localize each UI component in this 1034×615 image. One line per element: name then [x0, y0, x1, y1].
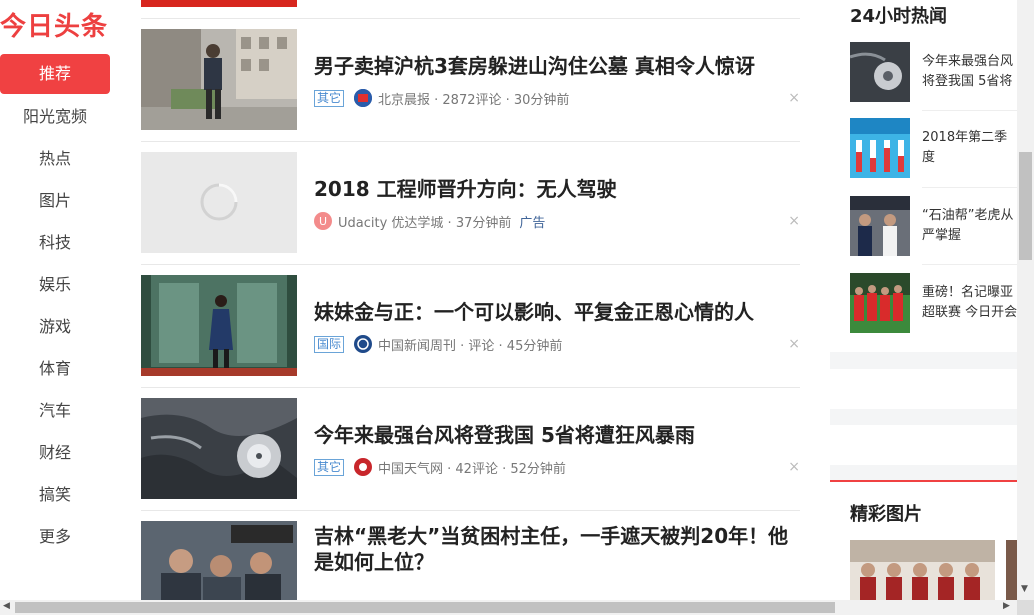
hot-news-item[interactable]: 重磅！名记曝亚超联赛 今日开会 — [850, 273, 1017, 335]
feed-title[interactable]: 今年来最强台风将登我国 5省将遭狂风暴雨 — [314, 422, 804, 448]
feed-title[interactable]: 2018 工程师晋升方向：无人驾驶 — [314, 176, 804, 202]
vertical-scrollbar[interactable]: ▼ — [1017, 0, 1034, 600]
source-and-stats[interactable]: 中国天气网 · 42评论 · 52分钟前 — [378, 458, 566, 477]
source-avatar-icon[interactable] — [354, 335, 373, 353]
horizontal-scrollbar[interactable]: ◀ ▶ — [0, 600, 1017, 615]
nav-item-hot[interactable]: 热点 — [0, 138, 110, 180]
source-and-stats[interactable]: Udacity 优达学城 · 37分钟前 — [338, 212, 511, 231]
hot-news-text[interactable]: 重磅！名记曝亚超联赛 今日开会 — [922, 283, 1018, 325]
page: 今日头条 推荐 阳光宽频 热点 图片 科技 娱乐 游戏 体育 汽车 财经 搞笑 … — [0, 0, 1034, 615]
nav-item-video[interactable]: 阳光宽频 — [0, 96, 110, 138]
feed-thumbnail-loading[interactable] — [141, 152, 297, 253]
feed-item[interactable]: 男子卖掉沪杭3套房躲进山沟住公墓 真相令人惊讶 其它 北京晨报 · 2872评论… — [141, 19, 800, 142]
ad-label: 广告 — [519, 215, 546, 231]
source-and-stats[interactable]: 北京晨报 · 2872评论 · 30分钟前 — [378, 89, 569, 108]
feed-thumbnail[interactable] — [141, 29, 297, 130]
hot-news-thumbnail[interactable] — [850, 196, 910, 256]
nav-item-finance[interactable]: 财经 — [0, 432, 110, 474]
hot-news-box: 24小时热闻 今年来最强台风将登我国 5省将遭狂风暴雨 2018年第二季度 — [830, 0, 1017, 352]
feed-item[interactable]: 今年来最强台风将登我国 5省将遭狂风暴雨 其它 中国天气网 · 42评论 · 5… — [141, 388, 800, 511]
hot-news-thumbnail[interactable] — [850, 273, 910, 333]
nav-item-funny[interactable]: 搞笑 — [0, 474, 110, 516]
feed-title[interactable]: 妹妹金与正：一个可以影响、平复金正恩心情的人 — [314, 299, 804, 325]
hot-news-title: 24小时热闻 — [850, 6, 948, 27]
category-tag[interactable]: 其它 — [314, 458, 345, 476]
feed-thumbnail[interactable] — [141, 398, 297, 499]
toutiao-logo[interactable]: 今日头条 — [0, 6, 112, 42]
hot-news-text[interactable]: “石油帮”老虎从严掌握 — [922, 206, 1018, 248]
dismiss-icon[interactable]: × — [788, 459, 800, 475]
source-and-stats[interactable]: 中国新闻周刊 · 评论 · 45分钟前 — [378, 335, 562, 354]
vertical-scroll-thumb[interactable] — [1019, 152, 1032, 260]
nav-item-cars[interactable]: 汽车 — [0, 390, 110, 432]
svg-text:U: U — [319, 215, 327, 228]
source-avatar-icon[interactable]: U — [314, 212, 332, 230]
nav-item-games[interactable]: 游戏 — [0, 306, 110, 348]
featured-pictures-box: 精彩图片 — [830, 480, 1017, 615]
feed-meta: U Udacity 优达学城 · 37分钟前 广告 — [314, 212, 546, 231]
nav-item-tech[interactable]: 科技 — [0, 222, 110, 264]
category-tag[interactable]: 国际 — [314, 335, 345, 353]
scrollbar-corner — [1017, 600, 1034, 615]
hot-news-thumbnail[interactable] — [850, 42, 910, 102]
category-tag[interactable]: 其它 — [314, 89, 345, 107]
hot-news-text[interactable]: 2018年第二季度 — [922, 128, 1018, 170]
hot-news-item[interactable]: “石油帮”老虎从严掌握 — [850, 196, 1017, 258]
divider — [922, 264, 1017, 265]
feed-thumbnail[interactable] — [141, 275, 297, 376]
scroll-right-arrow-icon[interactable]: ▶ — [1003, 601, 1010, 611]
top-ad-banner[interactable] — [141, 0, 297, 7]
feed-title[interactable]: 男子卖掉沪杭3套房躲进山沟住公墓 真相令人惊讶 — [314, 53, 804, 79]
scroll-left-arrow-icon[interactable]: ◀ — [3, 601, 10, 611]
divider — [922, 110, 1017, 111]
nav-item-images[interactable]: 图片 — [0, 180, 110, 222]
divider — [922, 187, 1017, 188]
feed-meta: 其它 中国天气网 · 42评论 · 52分钟前 — [314, 458, 566, 477]
nav-item-sports[interactable]: 体育 — [0, 348, 110, 390]
scroll-down-arrow-icon[interactable]: ▼ — [1021, 584, 1028, 594]
source-avatar-icon[interactable] — [354, 458, 373, 476]
hot-news-item[interactable]: 2018年第二季度 — [850, 118, 1017, 180]
source-avatar-icon[interactable] — [354, 89, 373, 107]
news-feed: 男子卖掉沪杭3套房躲进山沟住公墓 真相令人惊讶 其它 北京晨报 · 2872评论… — [141, 19, 800, 615]
hot-news-text[interactable]: 今年来最强台风将登我国 5省将遭狂风暴雨 — [922, 52, 1018, 94]
nav-item-recommend[interactable]: 推荐 — [0, 54, 110, 94]
sidebar-placeholder — [830, 425, 1017, 465]
feed-meta: 其它 北京晨报 · 2872评论 · 30分钟前 — [314, 89, 569, 108]
feed-item[interactable]: 妹妹金与正：一个可以影响、平复金正恩心情的人 国际 中国新闻周刊 · 评论 · … — [141, 265, 800, 388]
feed-title[interactable]: 吉林“黑老大”当贫困村主任，一手遮天被判20年！他是如何上位？ — [314, 523, 804, 575]
channel-nav: 推荐 阳光宽频 热点 图片 科技 娱乐 游戏 体育 汽车 财经 搞笑 更多 — [0, 54, 110, 558]
nav-item-more[interactable]: 更多 — [0, 516, 110, 558]
hot-news-thumbnail[interactable] — [850, 118, 910, 178]
feed-meta: 国际 中国新闻周刊 · 评论 · 45分钟前 — [314, 335, 562, 354]
dismiss-icon[interactable]: × — [788, 336, 800, 352]
dismiss-icon[interactable]: × — [788, 213, 800, 229]
feed-item-ad[interactable]: 2018 工程师晋升方向：无人驾驶 U Udacity 优达学城 · 37分钟前… — [141, 142, 800, 265]
nav-item-entertainment[interactable]: 娱乐 — [0, 264, 110, 306]
sidebar-placeholder — [830, 369, 1017, 409]
right-sidebar: 24小时热闻 今年来最强台风将登我国 5省将遭狂风暴雨 2018年第二季度 — [830, 0, 1017, 615]
dismiss-icon[interactable]: × — [788, 90, 800, 106]
featured-pictures-title: 精彩图片 — [850, 504, 922, 525]
hot-news-item[interactable]: 今年来最强台风将登我国 5省将遭狂风暴雨 — [850, 42, 1017, 104]
horizontal-scroll-thumb[interactable] — [15, 602, 835, 613]
